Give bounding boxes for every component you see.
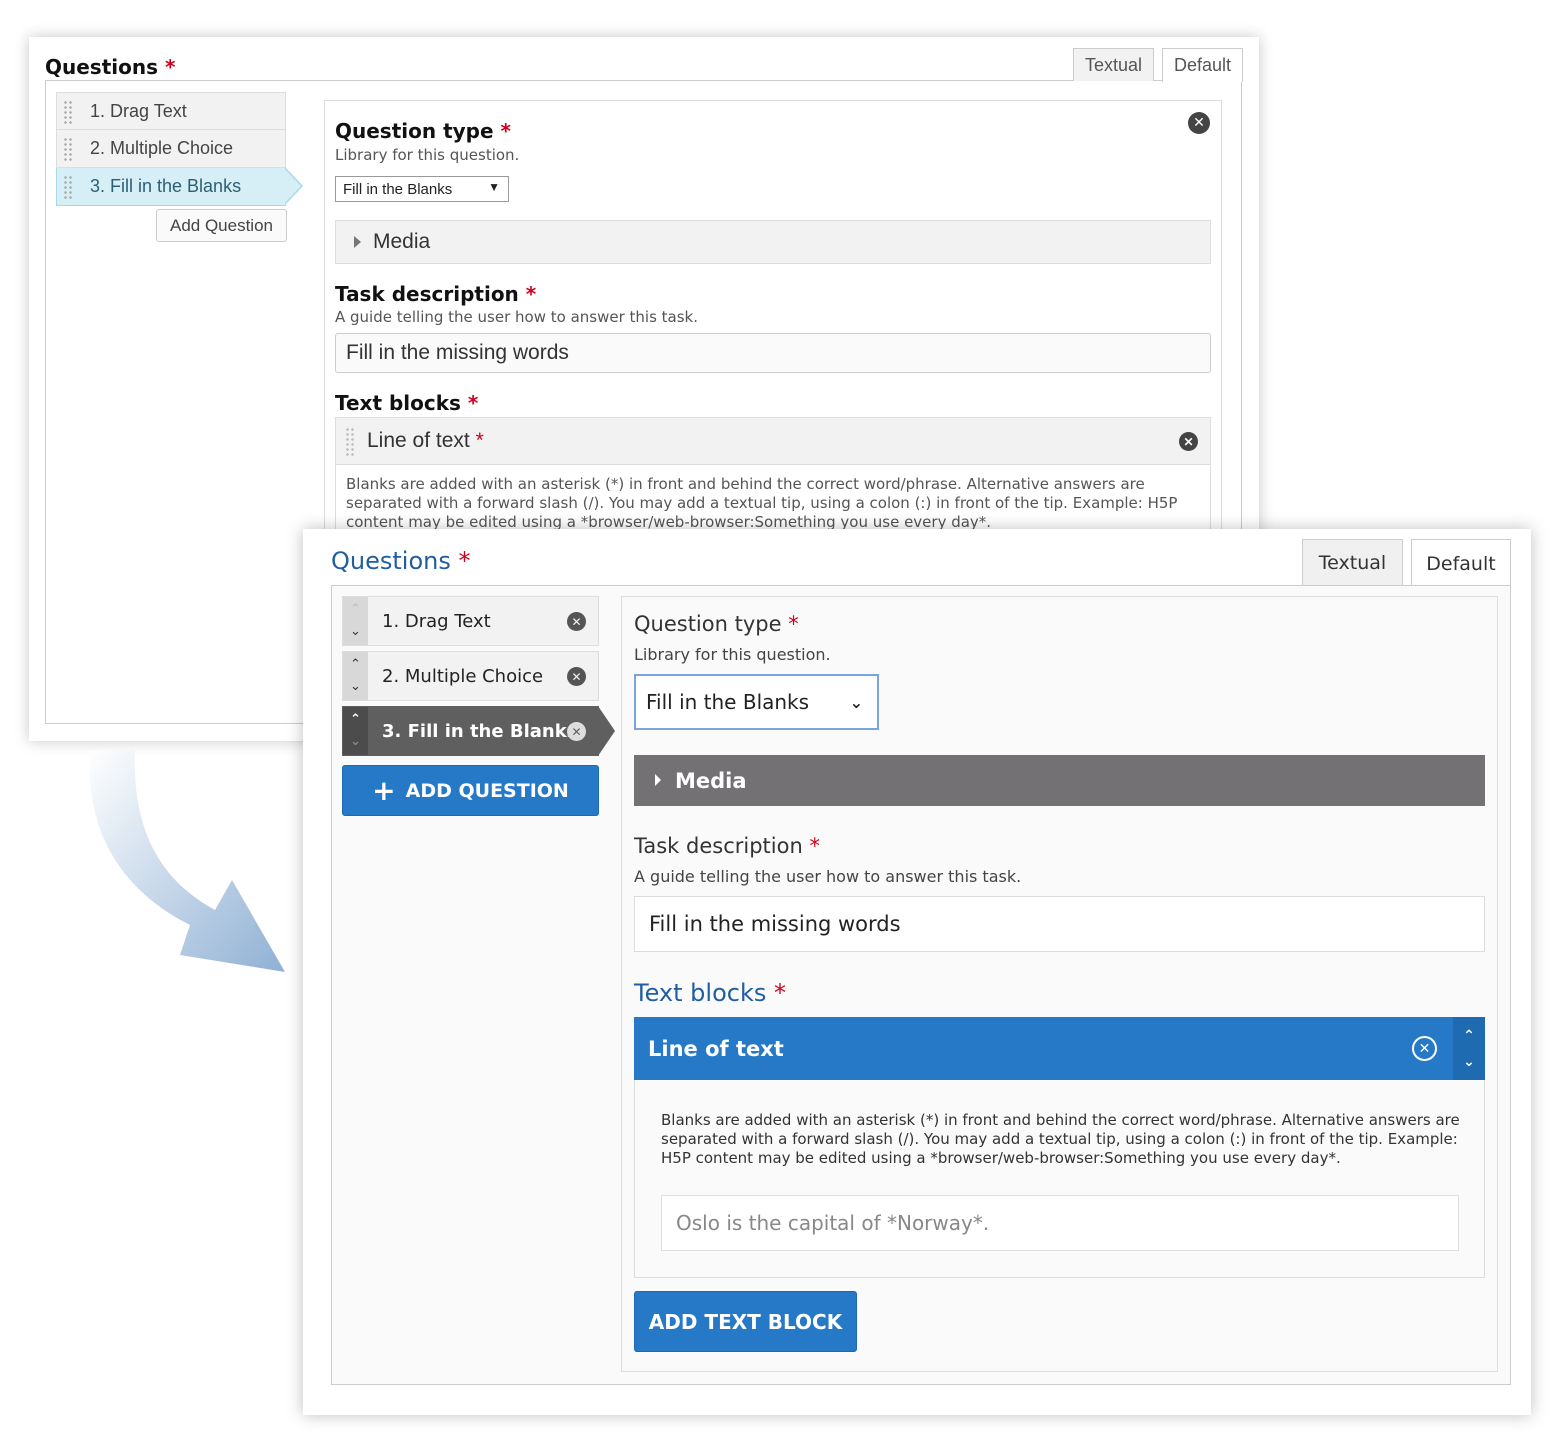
- old-tab-textual[interactable]: Textual: [1073, 48, 1154, 81]
- question-type-desc: Library for this question.: [634, 645, 831, 664]
- remove-question-icon[interactable]: ✕: [567, 667, 586, 686]
- dropdown-arrow-icon: ▼: [488, 180, 500, 194]
- drag-handle-icon[interactable]: [63, 137, 73, 161]
- old-text-blocks-label: Text blocks *: [335, 391, 479, 415]
- text-blocks-title: Text blocks *: [634, 979, 786, 1007]
- transition-arrow-icon: [89, 750, 285, 972]
- move-down-icon[interactable]: ⌄: [350, 731, 361, 753]
- move-down-icon[interactable]: ⌄: [350, 676, 361, 698]
- drag-handle-icon[interactable]: [345, 427, 355, 457]
- old-line-of-text-header[interactable]: Line of text * ✕: [335, 417, 1211, 465]
- expand-triangle-icon: [354, 236, 361, 248]
- text-block-help: Blanks are added with an asterisk (*) in…: [661, 1111, 1460, 1167]
- old-tab-default[interactable]: Default: [1162, 48, 1243, 82]
- move-up-icon[interactable]: ⌃: [350, 709, 361, 731]
- old-question-list: 1. Drag Text 2. Multiple Choice 3. Fill …: [56, 92, 303, 206]
- new-questions-title: Questions *: [331, 547, 471, 575]
- order-controls[interactable]: ⌃ ⌄: [343, 652, 368, 700]
- chevron-down-icon: ⌄: [849, 693, 863, 712]
- new-editor-screenshot: Questions * Textual Default ⌃ ⌄ 1. Drag …: [303, 529, 1531, 1415]
- order-controls[interactable]: ⌃ ⌄: [343, 707, 368, 755]
- move-up-icon[interactable]: ⌃: [350, 654, 361, 676]
- drag-handle-icon[interactable]: [63, 175, 73, 199]
- old-task-description-desc: A guide telling the user how to answer t…: [335, 308, 698, 326]
- line-of-text-header[interactable]: Line of text ✕ ⌃ ⌄: [634, 1017, 1485, 1080]
- new-tab-textual[interactable]: Textual: [1302, 539, 1403, 586]
- expand-triangle-icon: [655, 774, 661, 786]
- plus-icon: +: [372, 773, 396, 807]
- old-remove-text-block-icon[interactable]: ✕: [1179, 432, 1198, 451]
- task-description-input[interactable]: Fill in the missing words: [634, 896, 1485, 952]
- question-type-select[interactable]: Fill in the Blanks ⌄: [634, 674, 879, 730]
- old-task-description-input[interactable]: Fill in the missing words: [335, 333, 1211, 373]
- new-question-item-active[interactable]: ⌃ ⌄ 3. Fill in the Blanks ✕: [342, 706, 615, 756]
- old-question-type-desc: Library for this question.: [335, 146, 520, 164]
- text-block-body: Blanks are added with an asterisk (*) in…: [634, 1080, 1485, 1278]
- move-down-icon[interactable]: ⌄: [1463, 1049, 1475, 1075]
- move-up-icon[interactable]: ⌃: [1463, 1023, 1475, 1049]
- add-text-block-button[interactable]: ADD TEXT BLOCK: [634, 1291, 857, 1352]
- new-question-list: ⌃ ⌄ 1. Drag Text ✕ ⌃ ⌄ 2. Multiple Choic…: [342, 596, 615, 761]
- old-media-collapsible[interactable]: Media: [335, 220, 1211, 264]
- task-description-desc: A guide telling the user how to answer t…: [634, 867, 1022, 886]
- question-type-label: Question type *: [634, 612, 799, 636]
- drag-handle-icon[interactable]: [63, 100, 73, 124]
- order-controls[interactable]: ⌃ ⌄: [1453, 1017, 1485, 1080]
- old-task-description-label: Task description *: [335, 282, 537, 306]
- new-question-editor: Question type * Library for this questio…: [621, 596, 1498, 1372]
- old-question-item[interactable]: 2. Multiple Choice: [56, 130, 286, 168]
- text-block-input[interactable]: Oslo is the capital of *Norway*.: [661, 1195, 1459, 1251]
- new-question-item[interactable]: ⌃ ⌄ 2. Multiple Choice ✕: [342, 651, 599, 701]
- task-description-label: Task description *: [634, 834, 820, 858]
- old-question-item-active[interactable]: 3. Fill in the Blanks: [56, 167, 303, 206]
- remove-question-icon[interactable]: ✕: [567, 612, 586, 631]
- move-up-icon[interactable]: ⌃: [350, 599, 361, 621]
- remove-text-block-icon[interactable]: ✕: [1412, 1036, 1437, 1061]
- old-question-type-select[interactable]: Fill in the Blanks ▼: [335, 176, 509, 202]
- question-label: 1. Drag Text: [382, 610, 491, 632]
- old-questions-title: Questions *: [45, 55, 176, 79]
- move-down-icon[interactable]: ⌄: [350, 621, 361, 643]
- add-question-button[interactable]: + ADD QUESTION: [342, 765, 599, 816]
- old-question-type-label: Question type *: [335, 119, 511, 143]
- remove-question-icon[interactable]: ✕: [567, 722, 586, 741]
- question-label: 2. Multiple Choice: [382, 665, 544, 687]
- old-add-question-button[interactable]: Add Question: [156, 209, 287, 242]
- old-remove-question-icon[interactable]: ✕: [1188, 112, 1210, 134]
- order-controls[interactable]: ⌃ ⌄: [343, 597, 368, 645]
- media-collapsible[interactable]: Media: [634, 755, 1485, 806]
- new-tab-default[interactable]: Default: [1411, 539, 1511, 587]
- new-question-item[interactable]: ⌃ ⌄ 1. Drag Text ✕: [342, 596, 599, 646]
- question-label: 3. Fill in the Blanks: [382, 720, 578, 742]
- old-question-item[interactable]: 1. Drag Text: [56, 92, 286, 130]
